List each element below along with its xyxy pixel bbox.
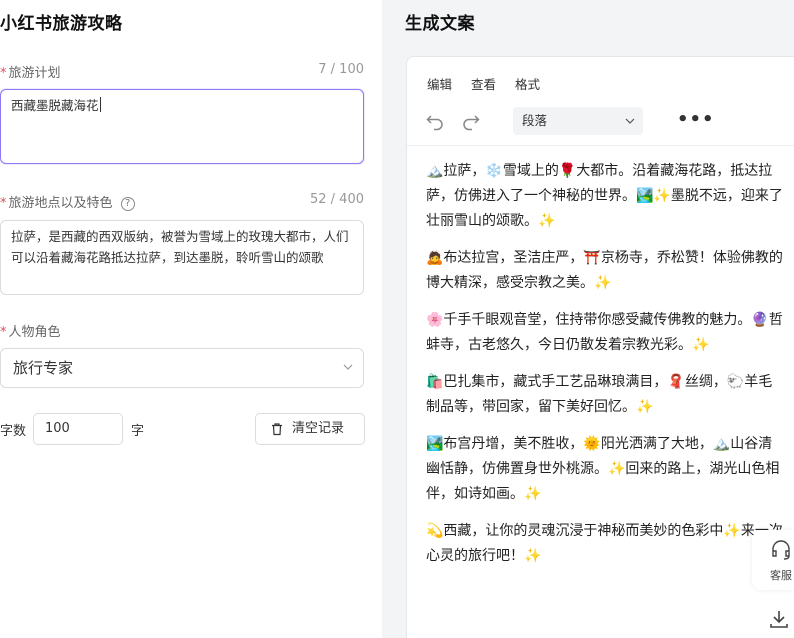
headset-icon	[772, 540, 790, 560]
plan-textarea[interactable]: 西藏墨脱藏海花	[0, 89, 364, 164]
word-count-label: 字数	[0, 424, 27, 439]
location-text: 拉萨，是西藏的西双版纳，被誉为雪域上的玫瑰大都市，人们可以沿着藏海花路抵达拉萨，…	[11, 229, 349, 265]
menu-edit[interactable]: 编辑	[427, 77, 452, 92]
toolbar-divider	[407, 145, 794, 146]
required-mark: *	[0, 196, 7, 211]
generated-content[interactable]: 🏔️拉萨，❄️雪域上的🌹大都市。沿着藏海花路，抵达拉萨，仿佛进入了一个神秘的世界…	[426, 159, 784, 581]
page-title: 小红书旅游攻略	[0, 14, 123, 34]
clear-history-label: 清空记录	[292, 421, 345, 436]
rich-text-editor: 编辑 查看 格式 段落 ••• 🏔️拉萨，❄️雪域上的🌹大都市。沿着藏海花路，抵…	[406, 56, 794, 638]
menu-view[interactable]: 查看	[471, 77, 496, 92]
left-panel: 小红书旅游攻略 * 旅游计划 7 / 100 西藏墨脱藏海花 * 旅游地点以及特色 …	[0, 0, 382, 638]
location-char-count: 52 / 400	[310, 192, 364, 207]
location-label: 旅游地点以及特色	[8, 196, 113, 211]
undo-icon[interactable]	[425, 111, 445, 131]
role-select[interactable]: 旅行专家	[0, 348, 364, 388]
word-count-unit: 字	[131, 424, 145, 439]
editor-menu-bar: 编辑 查看 格式	[427, 74, 555, 93]
chevron-down-icon	[625, 118, 635, 124]
content-paragraph: 🙇布达拉宫，圣洁庄严，⛩️京杨寺，乔松赞！体验佛教的博大精深，感受宗教之美。✨	[426, 250, 783, 291]
required-mark: *	[0, 66, 7, 81]
plan-text: 西藏墨脱藏海花	[11, 98, 99, 113]
menu-format[interactable]: 格式	[515, 77, 540, 92]
more-options-icon[interactable]: •••	[677, 109, 715, 130]
plan-label: 旅游计划	[8, 66, 61, 81]
location-label-row: * 旅游地点以及特色 ? 52 / 400	[0, 192, 364, 212]
content-paragraph: 🌸千手千眼观音堂，住持带你感受藏传佛教的魅力。🔮哲蚌寺，古老悠久，今日仍散发着宗…	[426, 312, 783, 353]
content-paragraph: 🛍️巴扎集市，藏式手工艺品琳琅满目，🧣丝绸，🐑羊毛制品等，带回家，留下美好回忆。…	[426, 374, 773, 415]
paragraph-style-select[interactable]: 段落	[513, 107, 643, 135]
redo-icon[interactable]	[461, 111, 481, 131]
content-paragraph: 🏔️拉萨，❄️雪域上的🌹大都市。沿着藏海花路，抵达拉萨，仿佛进入了一个神秘的世界…	[426, 163, 783, 229]
clear-history-button[interactable]: 清空记录	[255, 413, 365, 445]
paragraph-style-value: 段落	[522, 113, 548, 128]
plan-char-count: 7 / 100	[318, 62, 364, 77]
content-paragraph: 💫西藏，让你的灵魂沉浸于神秘而美妙的色彩中✨来一次心灵的旅行吧！✨	[426, 523, 783, 564]
plan-label-row: * 旅游计划 7 / 100	[0, 62, 364, 82]
role-label: 人物角色	[8, 325, 61, 340]
text-caret	[99, 97, 101, 112]
download-icon[interactable]	[768, 608, 790, 630]
role-label-row: * 人物角色	[0, 321, 364, 341]
content-paragraph: 🏞️布宫丹增，美不胜收，🌞阳光洒满了大地，🏔️山谷清幽恬静，仿佛置身世外桃源。✨…	[426, 436, 780, 502]
editor-toolbar: 段落 •••	[407, 103, 794, 139]
required-mark: *	[0, 325, 7, 340]
word-count-input[interactable]: 100	[33, 413, 123, 445]
chevron-down-icon	[343, 364, 353, 370]
role-selected-value: 旅行专家	[13, 359, 74, 377]
customer-service-button[interactable]: 客服	[752, 530, 794, 590]
output-title: 生成文案	[405, 14, 475, 34]
customer-service-label: 客服	[770, 569, 792, 582]
trash-icon	[272, 423, 282, 436]
location-textarea[interactable]: 拉萨，是西藏的西双版纳，被誉为雪域上的玫瑰大都市，人们可以沿着藏海花路抵达拉萨，…	[0, 220, 364, 295]
help-icon[interactable]: ?	[120, 196, 135, 211]
